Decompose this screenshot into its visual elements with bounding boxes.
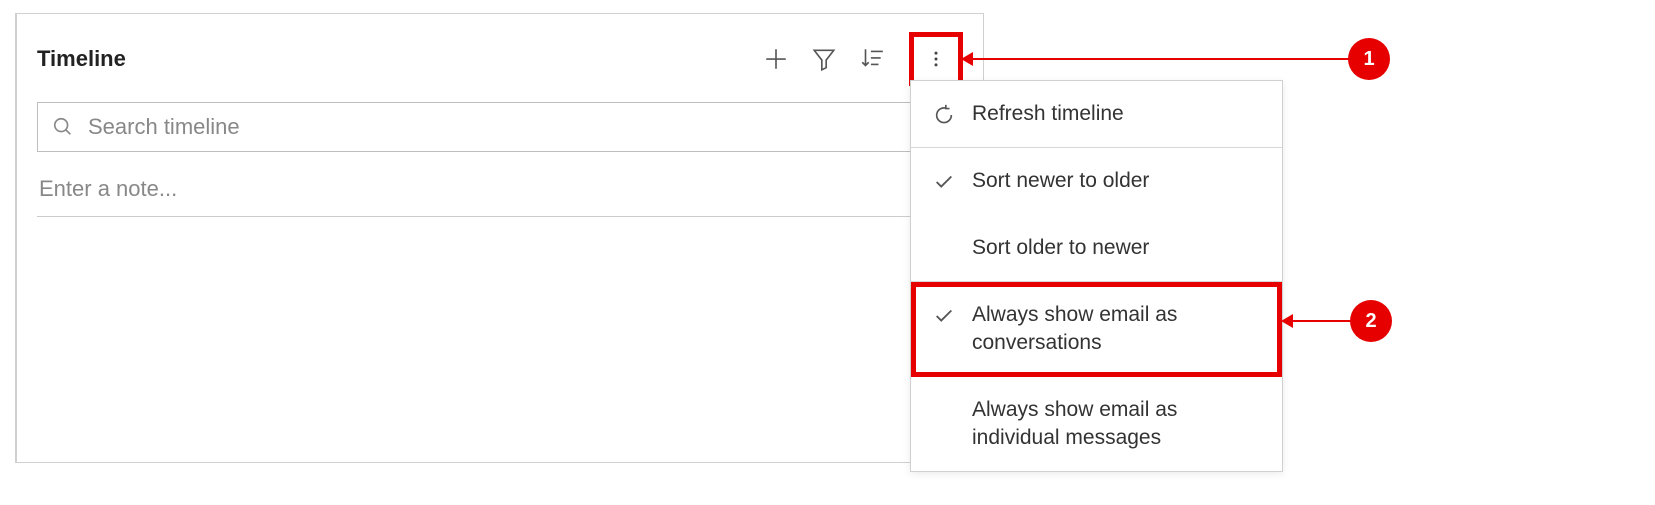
callout-arrow-2 <box>1293 320 1353 322</box>
timeline-actions <box>759 32 963 86</box>
note-input[interactable]: Enter a note... <box>37 170 963 217</box>
timeline-header: Timeline <box>37 32 963 86</box>
filter-button[interactable] <box>807 42 841 76</box>
empty-icon <box>932 399 956 423</box>
callout-arrow-1 <box>973 58 1351 60</box>
check-icon <box>932 170 956 194</box>
menu-item-label: Always show email as individual messages <box>972 396 1261 453</box>
more-commands-menu: Refresh timeline Sort newer to older Sor… <box>910 80 1283 472</box>
menu-item-email-conversations[interactable]: Always show email as conversations <box>911 282 1282 377</box>
timeline-panel: Timeline <box>15 13 984 463</box>
callout-badge-2: 2 <box>1350 300 1392 342</box>
search-timeline-box[interactable] <box>37 102 963 152</box>
refresh-icon <box>932 103 956 127</box>
menu-item-label: Sort older to newer <box>972 234 1149 262</box>
plus-icon <box>763 46 789 72</box>
check-icon <box>932 304 956 328</box>
filter-icon <box>811 46 837 72</box>
menu-item-label: Sort newer to older <box>972 167 1149 195</box>
empty-icon <box>932 237 956 261</box>
search-input[interactable] <box>88 114 948 140</box>
search-icon <box>52 116 74 138</box>
add-button[interactable] <box>759 42 793 76</box>
menu-item-sort-newer[interactable]: Sort newer to older <box>911 148 1282 214</box>
menu-item-label: Always show email as conversations <box>972 301 1261 358</box>
sort-icon <box>859 46 885 72</box>
menu-item-email-individual[interactable]: Always show email as individual messages <box>911 377 1282 472</box>
callout-badge-1: 1 <box>1348 38 1390 80</box>
sort-button[interactable] <box>855 42 889 76</box>
timeline-title: Timeline <box>37 46 126 72</box>
menu-item-sort-older[interactable]: Sort older to newer <box>911 215 1282 281</box>
more-commands-button[interactable] <box>909 32 963 86</box>
menu-item-label: Refresh timeline <box>972 100 1124 128</box>
menu-item-refresh[interactable]: Refresh timeline <box>911 81 1282 147</box>
more-vertical-icon <box>926 49 946 69</box>
